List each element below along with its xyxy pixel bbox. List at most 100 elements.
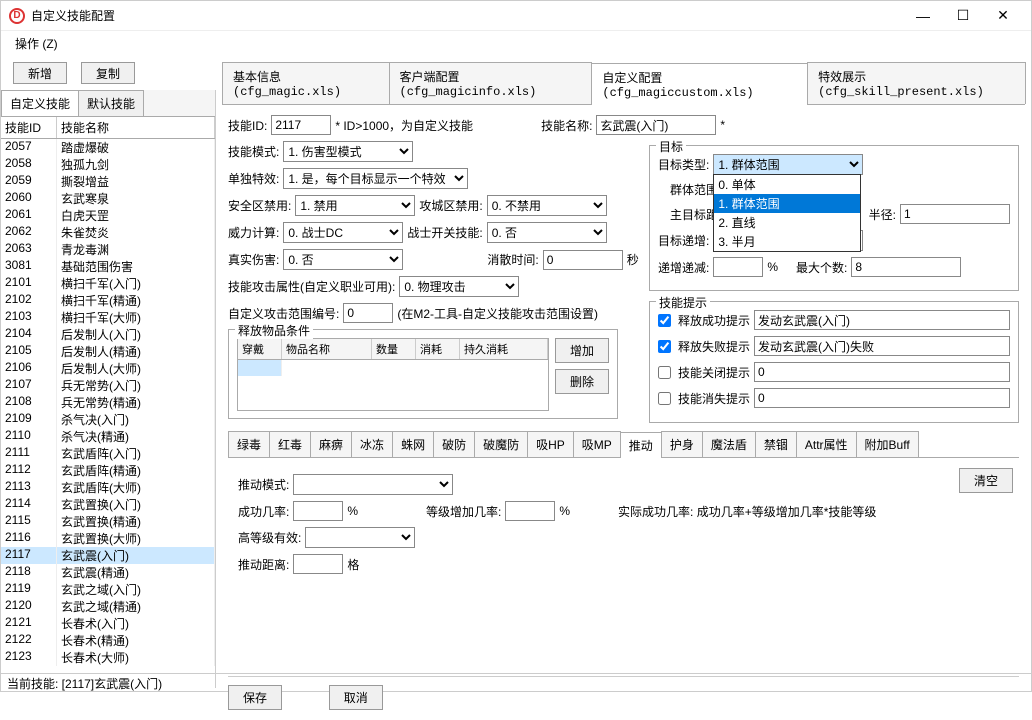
succ-checkbox[interactable] bbox=[658, 314, 671, 327]
subtab[interactable]: 红毒 bbox=[269, 431, 311, 457]
subtab[interactable]: 吸MP bbox=[573, 431, 621, 457]
subtab[interactable]: 魔法盾 bbox=[702, 431, 756, 457]
subtab[interactable]: 破防 bbox=[433, 431, 475, 457]
list-item[interactable]: 2122长春术(精通) bbox=[1, 632, 215, 649]
solofx-label: 单独特效: bbox=[228, 170, 279, 187]
list-item[interactable]: 2057踏虚爆破 bbox=[1, 139, 215, 156]
succ-input[interactable] bbox=[754, 310, 1010, 330]
col-wear: 穿戴 bbox=[238, 339, 282, 359]
list-item[interactable]: 2107兵无常势(入门) bbox=[1, 377, 215, 394]
list-item[interactable]: 2113玄武盾阵(大师) bbox=[1, 479, 215, 496]
subtab[interactable]: 蛛网 bbox=[392, 431, 434, 457]
list-item[interactable]: 2109杀气决(入门) bbox=[1, 411, 215, 428]
tab-custom[interactable]: 自定义配置 (cfg_magiccustom.xls) bbox=[591, 63, 808, 105]
list-item[interactable]: 2110杀气决(精通) bbox=[1, 428, 215, 445]
push-dist-input[interactable] bbox=[293, 554, 343, 574]
dropdown-option[interactable]: 0. 单体 bbox=[714, 175, 860, 194]
maximize-button[interactable]: ☐ bbox=[943, 2, 983, 30]
tab-fx[interactable]: 特效展示 (cfg_skill_present.xls) bbox=[807, 62, 1026, 104]
lvl-rate-input[interactable] bbox=[505, 501, 555, 521]
skill-name-input[interactable] bbox=[596, 115, 716, 135]
list-item[interactable]: 2102横扫千军(精通) bbox=[1, 292, 215, 309]
add-item-button[interactable]: 增加 bbox=[555, 338, 609, 363]
list-item[interactable]: 2118玄武震(精通) bbox=[1, 564, 215, 581]
list-item[interactable]: 2060玄武寒泉 bbox=[1, 190, 215, 207]
skill-id-input[interactable] bbox=[271, 115, 331, 135]
list-item[interactable]: 2117玄武震(入门) bbox=[1, 547, 215, 564]
subtab[interactable]: 附加Buff bbox=[856, 431, 919, 457]
subtab[interactable]: 禁锢 bbox=[755, 431, 797, 457]
close-button[interactable]: ✕ bbox=[983, 2, 1023, 30]
succ-rate-input[interactable] bbox=[293, 501, 343, 521]
subtab[interactable]: 吸HP bbox=[527, 431, 574, 457]
list-item[interactable]: 2119玄武之域(入门) bbox=[1, 581, 215, 598]
list-item[interactable]: 2121长春术(入门) bbox=[1, 615, 215, 632]
tab-basic[interactable]: 基本信息 (cfg_magic.xls) bbox=[222, 62, 390, 104]
rangeid-input[interactable] bbox=[343, 303, 393, 323]
list-item[interactable]: 2112玄武盾阵(精通) bbox=[1, 462, 215, 479]
tab-custom-skills[interactable]: 自定义技能 bbox=[1, 90, 79, 116]
dropdown-option[interactable]: 2. 直线 bbox=[714, 213, 860, 232]
vanish-checkbox[interactable] bbox=[658, 392, 671, 405]
dropdown-option[interactable]: 1. 群体范围 bbox=[714, 194, 860, 213]
target-type-dropdown[interactable]: 0. 单体1. 群体范围2. 直线3. 半月 bbox=[713, 174, 861, 252]
skill-list[interactable]: 2057踏虚爆破2058独孤九剑2059撕裂增益2060玄武寒泉2061白虎天罡… bbox=[1, 139, 215, 688]
table-cell-selected[interactable] bbox=[238, 360, 282, 376]
list-item[interactable]: 2105后发制人(精通) bbox=[1, 343, 215, 360]
subtab[interactable]: 推动 bbox=[620, 432, 662, 458]
list-item[interactable]: 2116玄武置换(大师) bbox=[1, 530, 215, 547]
list-item[interactable]: 2120玄武之域(精通) bbox=[1, 598, 215, 615]
real-select[interactable]: 0. 否 bbox=[283, 249, 403, 270]
dissipate-input[interactable] bbox=[543, 250, 623, 270]
list-item[interactable]: 2115玄武置换(精通) bbox=[1, 513, 215, 530]
del-item-button[interactable]: 删除 bbox=[555, 369, 609, 394]
solofx-select[interactable]: 1. 是，每个目标显示一个特效 bbox=[283, 168, 468, 189]
list-item[interactable]: 2104后发制人(入门) bbox=[1, 326, 215, 343]
list-item[interactable]: 2111玄武盾阵(入门) bbox=[1, 445, 215, 462]
list-item[interactable]: 2058独孤九剑 bbox=[1, 156, 215, 173]
close-input[interactable] bbox=[754, 362, 1010, 382]
minimize-button[interactable]: — bbox=[903, 2, 943, 30]
menu-ops[interactable]: 操作 (Z) bbox=[15, 37, 58, 51]
list-item[interactable]: 2059撕裂增益 bbox=[1, 173, 215, 190]
close-checkbox[interactable] bbox=[658, 366, 671, 379]
high-lvl-select[interactable] bbox=[305, 527, 415, 548]
list-item[interactable]: 2061白虎天罡 bbox=[1, 207, 215, 224]
incdec-input[interactable] bbox=[713, 257, 763, 277]
list-item[interactable]: 2063青龙毒渊 bbox=[1, 241, 215, 258]
list-item[interactable]: 2062朱雀焚炎 bbox=[1, 224, 215, 241]
list-item[interactable]: 2108兵无常势(精通) bbox=[1, 394, 215, 411]
list-item[interactable]: 2103横扫千军(大师) bbox=[1, 309, 215, 326]
vanish-input[interactable] bbox=[754, 388, 1010, 408]
list-item[interactable]: 2101横扫千军(入门) bbox=[1, 275, 215, 292]
list-item[interactable]: 3081基础范围伤害 bbox=[1, 258, 215, 275]
list-item[interactable]: 2106后发制人(大师) bbox=[1, 360, 215, 377]
power-select[interactable]: 0. 战士DC bbox=[283, 222, 403, 243]
tab-client[interactable]: 客户端配置 (cfg_magicinfo.xls) bbox=[389, 62, 593, 104]
mode-select[interactable]: 1. 伤害型模式 bbox=[283, 141, 413, 162]
hints-legend: 技能提示 bbox=[656, 294, 710, 311]
new-button[interactable]: 新增 bbox=[13, 62, 67, 84]
subtab[interactable]: 护身 bbox=[661, 431, 703, 457]
clear-button[interactable]: 清空 bbox=[959, 468, 1013, 493]
subtab[interactable]: 绿毒 bbox=[228, 431, 270, 457]
safe-select[interactable]: 1. 禁用 bbox=[295, 195, 415, 216]
subtab[interactable]: 冰冻 bbox=[351, 431, 393, 457]
fail-input[interactable] bbox=[754, 336, 1010, 356]
radius-input[interactable] bbox=[900, 204, 1010, 224]
list-item[interactable]: 2123长春术(大师) bbox=[1, 649, 215, 666]
fail-checkbox[interactable] bbox=[658, 340, 671, 353]
tab-default-skills[interactable]: 默认技能 bbox=[78, 90, 144, 116]
atk-select[interactable]: 0. 不禁用 bbox=[487, 195, 607, 216]
target-type-select[interactable]: 1. 群体范围 bbox=[713, 154, 863, 175]
subtab[interactable]: Attr属性 bbox=[796, 431, 857, 457]
list-item[interactable]: 2114玄武置换(入门) bbox=[1, 496, 215, 513]
push-mode-select[interactable] bbox=[293, 474, 453, 495]
subtab[interactable]: 破魔防 bbox=[474, 431, 528, 457]
copy-button[interactable]: 复制 bbox=[81, 62, 135, 84]
max-input[interactable] bbox=[851, 257, 961, 277]
atkattr-select[interactable]: 0. 物理攻击 bbox=[399, 276, 519, 297]
wsw-select[interactable]: 0. 否 bbox=[487, 222, 607, 243]
dropdown-option[interactable]: 3. 半月 bbox=[714, 232, 860, 251]
subtab[interactable]: 麻痹 bbox=[310, 431, 352, 457]
